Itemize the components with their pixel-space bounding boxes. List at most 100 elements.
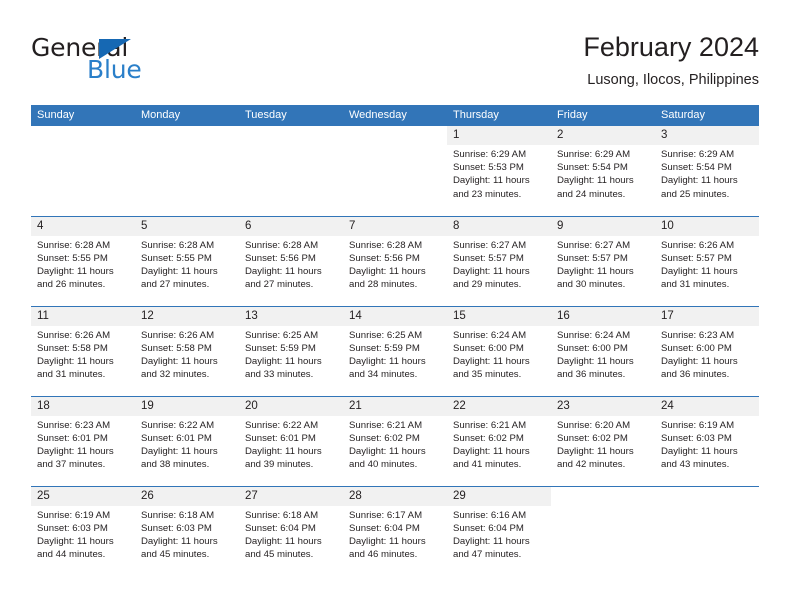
sunrise-text: Sunrise: 6:29 AM <box>661 149 735 160</box>
day-details: Sunrise: 6:25 AM Sunset: 5:59 PM Daylight:… <box>239 326 343 382</box>
sunrise-text: Sunrise: 6:22 AM <box>245 419 319 431</box>
sunrise-text: Sunrise: 6:28 AM <box>37 239 111 251</box>
sunset-text: Sunset: 5:56 PM <box>245 252 316 264</box>
sunrise-text: Sunrise: 6:21 AM <box>453 419 527 431</box>
day-number <box>655 487 759 506</box>
calendar-week-row: 11 Sunrise: 6:26 AM Sunset: 5:58 PM Dayligh… <box>31 305 759 396</box>
day-details: Sunrise: 6:29 AM Sunset: 5:54 PM Daylight:… <box>655 145 759 201</box>
day-number: 18 <box>31 396 135 416</box>
day-number: 22 <box>447 396 551 416</box>
daylight-text: Daylight: 11 hours and 38 minutes. <box>141 445 218 471</box>
day-number: 21 <box>343 396 447 416</box>
sunset-text: Sunset: 5:59 PM <box>349 342 420 354</box>
daylight-text: Daylight: 11 hours and 33 minutes. <box>245 355 322 381</box>
daylight-text: Daylight: 11 hours and 28 minutes. <box>349 265 426 291</box>
daylight-text: Daylight: 11 hours and 25 minutes. <box>661 175 738 200</box>
calendar-day-cell[interactable]: 13 Sunrise: 6:25 AM Sunset: 5:59 PM Dayligh… <box>239 305 343 396</box>
page-title: February 2024 <box>583 32 759 62</box>
day-details: Sunrise: 6:27 AM Sunset: 5:57 PM Daylight:… <box>447 236 551 292</box>
calendar-day-cell[interactable]: 26 Sunrise: 6:18 AM Sunset: 6:03 PM Dayligh… <box>135 485 239 576</box>
daylight-text: Daylight: 11 hours and 45 minutes. <box>245 535 322 561</box>
calendar-day-cell[interactable]: 4 Sunrise: 6:28 AM Sunset: 5:55 PM Daylight… <box>31 215 135 306</box>
calendar-day-cell[interactable]: 2 Sunrise: 6:29 AM Sunset: 5:54 PM Daylight… <box>551 126 655 216</box>
day-number: 8 <box>447 216 551 236</box>
calendar-day-cell[interactable]: 14 Sunrise: 6:25 AM Sunset: 5:59 PM Dayligh… <box>343 305 447 396</box>
calendar-day-cell[interactable]: 22 Sunrise: 6:21 AM Sunset: 6:02 PM Dayligh… <box>447 395 551 486</box>
day-details: Sunrise: 6:29 AM Sunset: 5:54 PM Daylight:… <box>551 145 655 201</box>
calendar-day-cell[interactable]: 3 Sunrise: 6:29 AM Sunset: 5:54 PM Daylight… <box>655 126 759 216</box>
sunrise-text: Sunrise: 6:23 AM <box>661 329 735 341</box>
calendar-day-cell[interactable]: 27 Sunrise: 6:18 AM Sunset: 6:04 PM Dayligh… <box>239 485 343 576</box>
sunset-text: Sunset: 5:55 PM <box>141 252 212 264</box>
sunset-text: Sunset: 6:01 PM <box>37 432 108 444</box>
logo-text-blue: Blue <box>87 55 142 84</box>
calendar-cell-empty <box>31 126 135 216</box>
calendar-day-cell[interactable]: 16 Sunrise: 6:24 AM Sunset: 6:00 PM Dayligh… <box>551 305 655 396</box>
daylight-text: Daylight: 11 hours and 27 minutes. <box>141 265 218 291</box>
calendar-day-cell[interactable]: 1 Sunrise: 6:29 AM Sunset: 5:53 PM Daylight… <box>447 126 551 216</box>
day-number <box>239 126 343 145</box>
calendar-day-cell[interactable]: 17 Sunrise: 6:23 AM Sunset: 6:00 PM Dayligh… <box>655 305 759 396</box>
calendar-day-cell[interactable]: 18 Sunrise: 6:23 AM Sunset: 6:01 PM Dayligh… <box>31 395 135 486</box>
day-number: 17 <box>655 306 759 326</box>
sunset-text: Sunset: 5:56 PM <box>349 252 420 264</box>
sunset-text: Sunset: 5:58 PM <box>141 342 212 354</box>
calendar-day-cell[interactable]: 6 Sunrise: 6:28 AM Sunset: 5:56 PM Daylight… <box>239 215 343 306</box>
sunset-text: Sunset: 6:00 PM <box>661 342 732 354</box>
calendar-day-cell[interactable]: 19 Sunrise: 6:22 AM Sunset: 6:01 PM Dayligh… <box>135 395 239 486</box>
calendar-day-cell[interactable]: 9 Sunrise: 6:27 AM Sunset: 5:57 PM Daylight… <box>551 215 655 306</box>
day-number <box>135 126 239 145</box>
daylight-text: Daylight: 11 hours and 36 minutes. <box>557 355 634 381</box>
calendar-cell-empty <box>135 126 239 216</box>
day-number: 9 <box>551 216 655 236</box>
sunrise-text: Sunrise: 6:28 AM <box>141 239 215 251</box>
daylight-text: Daylight: 11 hours and 41 minutes. <box>453 445 530 471</box>
calendar-day-cell[interactable]: 10 Sunrise: 6:26 AM Sunset: 5:57 PM Dayligh… <box>655 215 759 306</box>
day-details: Sunrise: 6:21 AM Sunset: 6:02 PM Daylight:… <box>343 416 447 472</box>
sunset-text: Sunset: 5:57 PM <box>453 252 524 264</box>
day-details: Sunrise: 6:22 AM Sunset: 6:01 PM Daylight:… <box>239 416 343 472</box>
calendar-day-cell[interactable]: 11 Sunrise: 6:26 AM Sunset: 5:58 PM Dayligh… <box>31 305 135 396</box>
weekday-header-row: Sunday Monday Tuesday Wednesday Thursday… <box>31 105 759 126</box>
daylight-text: Daylight: 11 hours and 45 minutes. <box>141 535 218 561</box>
day-number: 29 <box>447 486 551 506</box>
calendar-day-cell[interactable]: 20 Sunrise: 6:22 AM Sunset: 6:01 PM Dayligh… <box>239 395 343 486</box>
day-number: 10 <box>655 216 759 236</box>
calendar-day-cell[interactable]: 29 Sunrise: 6:16 AM Sunset: 6:04 PM Dayligh… <box>447 485 551 576</box>
page-subtitle: Lusong, Ilocos, Philippines <box>587 72 759 88</box>
sunset-text: Sunset: 6:04 PM <box>245 522 316 534</box>
calendar-day-cell[interactable]: 28 Sunrise: 6:17 AM Sunset: 6:04 PM Dayligh… <box>343 485 447 576</box>
daylight-text: Daylight: 11 hours and 27 minutes. <box>245 265 322 291</box>
day-number: 1 <box>447 126 551 145</box>
sunrise-text: Sunrise: 6:24 AM <box>453 329 527 341</box>
calendar-day-cell[interactable]: 12 Sunrise: 6:26 AM Sunset: 5:58 PM Dayligh… <box>135 305 239 396</box>
daylight-text: Daylight: 11 hours and 23 minutes. <box>453 175 530 200</box>
calendar-grid: Sunday Monday Tuesday Wednesday Thursday… <box>31 105 759 576</box>
weekday-header-saturday: Saturday <box>655 105 759 126</box>
daylight-text: Daylight: 11 hours and 47 minutes. <box>453 535 530 561</box>
calendar-week-row: 18 Sunrise: 6:23 AM Sunset: 6:01 PM Dayligh… <box>31 395 759 486</box>
day-number: 4 <box>31 216 135 236</box>
sunrise-text: Sunrise: 6:26 AM <box>661 239 735 251</box>
calendar-day-cell[interactable]: 5 Sunrise: 6:28 AM Sunset: 5:55 PM Daylight… <box>135 215 239 306</box>
day-number: 15 <box>447 306 551 326</box>
day-details: Sunrise: 6:28 AM Sunset: 5:56 PM Daylight:… <box>343 236 447 292</box>
calendar-day-cell[interactable]: 8 Sunrise: 6:27 AM Sunset: 5:57 PM Daylight… <box>447 215 551 306</box>
calendar-day-cell[interactable]: 21 Sunrise: 6:21 AM Sunset: 6:02 PM Dayligh… <box>343 395 447 486</box>
general-blue-logo[interactable]: General Blue <box>31 35 221 93</box>
calendar-day-cell[interactable]: 25 Sunrise: 6:19 AM Sunset: 6:03 PM Dayligh… <box>31 485 135 576</box>
calendar-day-cell[interactable]: 24 Sunrise: 6:19 AM Sunset: 6:03 PM Dayligh… <box>655 395 759 486</box>
calendar-day-cell[interactable]: 7 Sunrise: 6:28 AM Sunset: 5:56 PM Daylight… <box>343 215 447 306</box>
day-number: 24 <box>655 396 759 416</box>
weekday-header-sunday: Sunday <box>31 105 135 126</box>
calendar-cell-empty <box>551 485 655 576</box>
sunrise-text: Sunrise: 6:23 AM <box>37 419 111 431</box>
day-number: 13 <box>239 306 343 326</box>
day-number: 20 <box>239 396 343 416</box>
calendar-day-cell[interactable]: 15 Sunrise: 6:24 AM Sunset: 6:00 PM Dayligh… <box>447 305 551 396</box>
day-details: Sunrise: 6:24 AM Sunset: 6:00 PM Daylight:… <box>551 326 655 382</box>
calendar-day-cell[interactable]: 23 Sunrise: 6:20 AM Sunset: 6:02 PM Dayligh… <box>551 395 655 486</box>
calendar-week-row: 4 Sunrise: 6:28 AM Sunset: 5:55 PM Daylight… <box>31 215 759 306</box>
calendar-cell-empty <box>239 126 343 216</box>
sunset-text: Sunset: 5:59 PM <box>245 342 316 354</box>
